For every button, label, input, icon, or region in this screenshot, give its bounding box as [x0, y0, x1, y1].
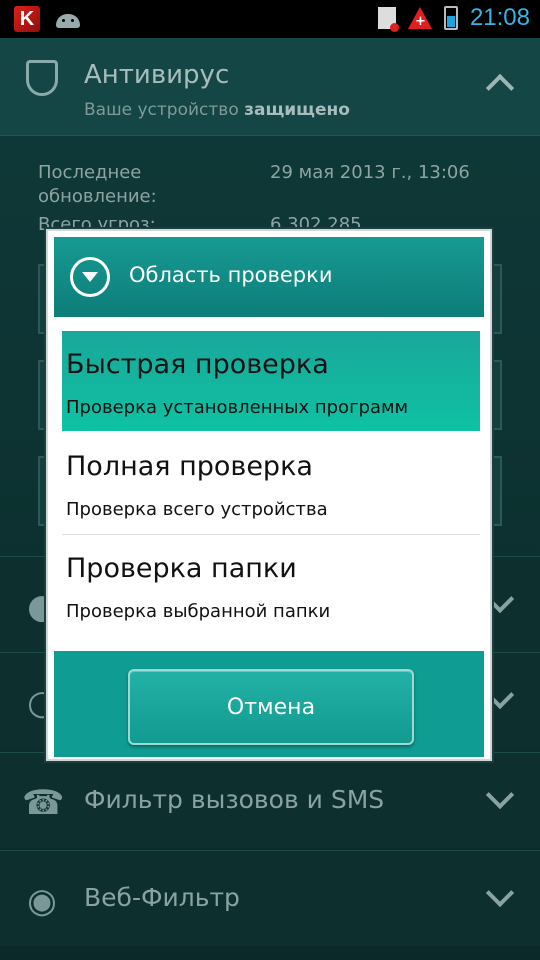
kaspersky-notification-icon: K	[14, 6, 40, 32]
cancel-button[interactable]: Отмена	[128, 669, 414, 745]
section-web-filter[interactable]: ◉ Веб-Фильтр	[0, 850, 540, 946]
option-description: Проверка установленных программ	[66, 397, 409, 418]
section-call-filter[interactable]: ☎ Фильтр вызовов и SMS	[0, 752, 540, 848]
option-description: Проверка всего устройства	[66, 499, 328, 520]
android-debug-icon	[54, 10, 82, 28]
last-update-label-1: Последнее	[38, 162, 142, 183]
option-description: Проверка выбранной папки	[66, 601, 331, 622]
background-card	[492, 456, 502, 526]
antivirus-header[interactable]: Антивирус Ваше устройство защищено	[0, 38, 540, 136]
option-title: Быстрая проверка	[66, 349, 329, 380]
last-update-label-2: обновление:	[38, 186, 157, 207]
antivirus-title: Антивирус	[84, 60, 230, 90]
chevron-down-icon[interactable]	[485, 780, 515, 810]
chevron-up-icon[interactable]	[485, 73, 515, 103]
option-title: Проверка папки	[66, 553, 297, 584]
dropdown-circle-icon	[70, 257, 110, 297]
scan-scope-dialog: Область проверки Быстрая проверка Провер…	[46, 229, 492, 761]
section-label: Фильтр вызовов и SMS	[84, 785, 385, 814]
background-card	[492, 264, 502, 334]
background-card	[492, 360, 502, 430]
warning-cross-icon: +	[407, 7, 432, 29]
antivirus-status: Ваше устройство защищено	[84, 100, 350, 120]
phone-icon: ☎	[22, 783, 65, 823]
chevron-down-icon[interactable]	[485, 878, 515, 908]
dialog-footer: Отмена	[54, 651, 484, 757]
battery-icon	[443, 6, 458, 30]
shield-icon	[26, 60, 58, 96]
dialog-title: Область проверки	[129, 263, 333, 287]
option-title: Полная проверка	[66, 451, 313, 482]
section-label: Веб-Фильтр	[84, 883, 240, 912]
globe-icon: ◉	[27, 881, 57, 921]
no-sim-icon	[377, 7, 399, 32]
status-bar: K + 21:08	[0, 0, 540, 38]
option-quick-scan[interactable]: Быстрая проверка Проверка установленных …	[62, 331, 480, 431]
status-time: 21:08	[469, 4, 530, 31]
last-update-value: 29 мая 2013 г., 13:06	[270, 162, 470, 183]
dialog-header: Область проверки	[54, 237, 484, 317]
option-full-scan[interactable]: Полная проверка Проверка всего устройств…	[62, 433, 480, 533]
option-folder-scan[interactable]: Проверка папки Проверка выбранной папки	[62, 535, 480, 635]
